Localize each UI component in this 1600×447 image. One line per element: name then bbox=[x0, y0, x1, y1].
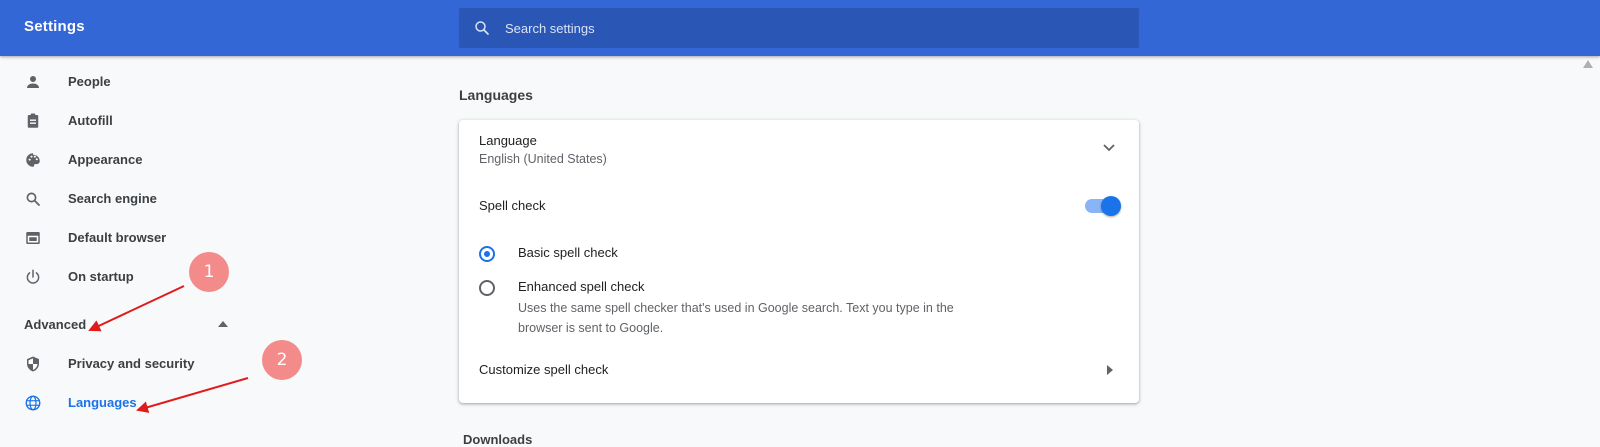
globe-icon bbox=[25, 395, 41, 411]
top-toolbar: Settings bbox=[0, 0, 1600, 56]
customize-spell-check-row[interactable]: Customize spell check bbox=[459, 350, 1139, 390]
sidebar-item-appearance[interactable]: Appearance bbox=[0, 141, 300, 179]
toggle-knob bbox=[1101, 196, 1121, 216]
search-input[interactable] bbox=[505, 8, 1125, 48]
search-icon bbox=[26, 192, 40, 206]
option-label: Enhanced spell check bbox=[518, 279, 645, 294]
radio-button-checked[interactable] bbox=[479, 246, 495, 262]
spell-check-row: Spell check bbox=[459, 186, 1139, 226]
sidebar-item-people[interactable]: People bbox=[0, 63, 300, 101]
sidebar-item-on-startup[interactable]: On startup bbox=[0, 258, 300, 296]
spell-check-toggle[interactable] bbox=[1085, 196, 1121, 216]
customize-spell-check-label: Customize spell check bbox=[479, 362, 609, 377]
scroll-up-arrow-icon[interactable] bbox=[1583, 60, 1593, 68]
sidebar-item-label: Autofill bbox=[68, 113, 113, 128]
advanced-toggle[interactable]: Advanced bbox=[0, 312, 240, 336]
basic-spell-check-option[interactable]: Basic spell check bbox=[459, 238, 1139, 268]
sidebar-item-privacy[interactable]: Privacy and security bbox=[0, 345, 300, 383]
caret-right-icon bbox=[1107, 365, 1113, 375]
language-row[interactable]: Language English (United States) bbox=[459, 120, 1139, 178]
sidebar-item-label: People bbox=[68, 74, 111, 89]
shield-icon bbox=[27, 356, 39, 372]
search-icon bbox=[475, 21, 489, 35]
sidebar-item-search-engine[interactable]: Search engine bbox=[0, 180, 300, 218]
browser-icon bbox=[26, 232, 40, 244]
enhanced-spell-check-option[interactable]: Enhanced spell check Uses the same spell… bbox=[459, 272, 1139, 344]
next-section-title: Downloads bbox=[463, 432, 533, 447]
sidebar-item-label: Appearance bbox=[68, 152, 143, 167]
annotation-marker-2: 2 bbox=[262, 340, 302, 380]
radio-button[interactable] bbox=[479, 280, 495, 296]
spell-check-label: Spell check bbox=[479, 198, 546, 213]
section-title: Languages bbox=[459, 87, 533, 103]
option-label: Basic spell check bbox=[518, 245, 618, 260]
palette-icon bbox=[26, 153, 40, 167]
annotation-marker-1: 1 bbox=[189, 252, 229, 292]
language-title: Language bbox=[479, 133, 537, 148]
sidebar: People Autofill Appearance Search engine bbox=[0, 56, 360, 438]
sidebar-item-default-browser[interactable]: Default browser bbox=[0, 219, 300, 257]
language-value: English (United States) bbox=[479, 152, 607, 166]
search-box[interactable] bbox=[459, 8, 1139, 48]
sidebar-item-autofill[interactable]: Autofill bbox=[0, 102, 300, 140]
clipboard-icon bbox=[27, 113, 39, 128]
power-icon bbox=[26, 269, 40, 284]
sidebar-item-languages[interactable]: Languages bbox=[0, 384, 300, 422]
languages-card: Language English (United States) Spell c… bbox=[459, 120, 1139, 403]
option-description: Uses the same spell checker that's used … bbox=[518, 301, 954, 335]
sidebar-item-label: Default browser bbox=[68, 230, 167, 245]
person-icon bbox=[27, 76, 39, 88]
app-title: Settings bbox=[24, 18, 85, 35]
sidebar-item-label: On startup bbox=[68, 269, 134, 284]
sidebar-item-label: Search engine bbox=[68, 191, 157, 206]
advanced-label: Advanced bbox=[24, 317, 87, 332]
chevron-down-icon[interactable] bbox=[1103, 144, 1115, 152]
sidebar-item-label: Languages bbox=[68, 395, 137, 410]
caret-up-icon bbox=[218, 321, 228, 327]
sidebar-item-label: Privacy and security bbox=[68, 356, 195, 371]
